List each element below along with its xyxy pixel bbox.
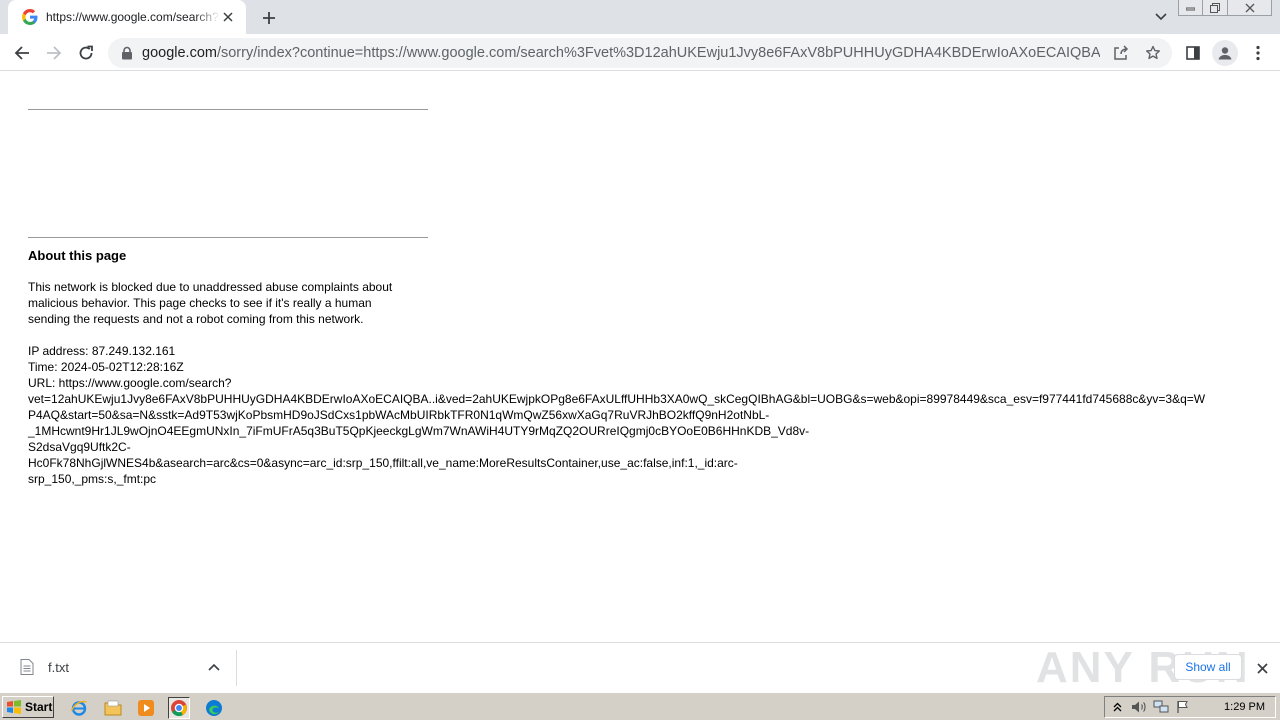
- windows-taskbar: Start 1:29 PM: [0, 692, 1280, 720]
- download-shelf: f.txt ANY RUN Show all: [0, 642, 1280, 692]
- blocked-message-line: malicious behavior. This page checks to …: [28, 296, 372, 310]
- text-file-icon: [20, 659, 34, 675]
- new-tab-plus-icon[interactable]: [258, 7, 280, 29]
- address-url[interactable]: google.com/sorry/index?continue=https://…: [142, 45, 1100, 61]
- shelf-separator: [236, 650, 237, 686]
- chevron-up-icon[interactable]: [206, 659, 222, 675]
- blocked-message-line: sending the requests and not a robot com…: [28, 312, 364, 326]
- network-icon[interactable]: [1151, 697, 1171, 717]
- system-tray: 1:29 PM: [1104, 696, 1276, 718]
- tab-close-icon[interactable]: [220, 9, 236, 25]
- taskbar-clock: 1:29 PM: [1224, 701, 1265, 713]
- url-host: google.com: [142, 45, 217, 61]
- request-url-line: Hc0Fk78NhGjlWNES4b&asearch=arc&cs=0&asyn…: [28, 456, 738, 470]
- minimize-icon[interactable]: [1178, 0, 1203, 16]
- ip-address: IP address: 87.249.132.161: [28, 344, 176, 358]
- tab-search-chevron-icon[interactable]: [1151, 8, 1171, 26]
- kebab-menu-icon[interactable]: [1245, 40, 1271, 66]
- reload-icon[interactable]: [73, 40, 99, 66]
- browser-toolbar: google.com/sorry/index?continue=https://…: [0, 34, 1280, 71]
- close-shelf-icon[interactable]: [1253, 659, 1271, 677]
- request-url-line: S2dsaVgq9Uftk2C-: [28, 440, 131, 454]
- request-url-line: vet=12ahUKEwju1Jvy8e6FAxV8bPUHHUyGDHA4KB…: [28, 392, 1206, 406]
- page-content: About this page This network is blocked …: [0, 72, 1280, 642]
- start-label: Start: [25, 700, 53, 714]
- address-bar[interactable]: google.com/sorry/index?continue=https://…: [108, 38, 1172, 68]
- show-hidden-icons-icon[interactable]: [1107, 697, 1127, 717]
- download-file-name: f.txt: [48, 659, 69, 675]
- profile-avatar-icon[interactable]: [1212, 40, 1238, 66]
- start-button[interactable]: Start: [2, 696, 54, 718]
- request-url-line: P4AQ&start=50&sa=N&sstk=Ad9T53wjKoPbsmHD…: [28, 408, 770, 422]
- request-details: IP address: 87.249.132.161 Time: 2024-05…: [28, 343, 1205, 487]
- share-icon[interactable]: [1110, 42, 1132, 64]
- action-center-flag-icon[interactable]: [1173, 697, 1193, 717]
- url-path: /sorry/index?continue=https://www.google…: [216, 45, 1100, 61]
- lock-icon[interactable]: [120, 46, 134, 60]
- request-time: Time: 2024-05-02T12:28:16Z: [28, 360, 184, 374]
- bookmark-star-icon[interactable]: [1142, 42, 1164, 64]
- about-this-page-heading: About this page: [28, 248, 127, 263]
- divider-top: [28, 109, 428, 110]
- back-arrow-icon[interactable]: [9, 40, 35, 66]
- blocked-message: This network is blocked due to unaddress…: [28, 279, 392, 327]
- chrome-taskbar-icon[interactable]: [168, 697, 190, 719]
- volume-icon[interactable]: [1129, 697, 1149, 717]
- file-explorer-icon[interactable]: [102, 697, 124, 719]
- window-controls: [1178, 0, 1272, 16]
- divider-bottom: [28, 237, 428, 238]
- blocked-message-line: This network is blocked due to unaddress…: [28, 280, 393, 294]
- side-panel-icon[interactable]: [1180, 40, 1206, 66]
- forward-arrow-icon[interactable]: [41, 40, 67, 66]
- tab-strip: https://www.google.com/search?vet=12ahUK…: [0, 0, 1280, 34]
- windows-flag-icon: [7, 700, 21, 714]
- show-all-button[interactable]: Show all: [1174, 654, 1242, 680]
- tab-title: https://www.google.com/search?vet=12ahUK…: [46, 10, 220, 24]
- media-player-icon[interactable]: [135, 697, 157, 719]
- request-url-line: _1MHcwnt9Hr1JL9wOjnO4EEgmUNxIn_7iFmUFrA5…: [28, 424, 810, 438]
- google-favicon-icon: [22, 9, 38, 25]
- request-url-line: srp_150,_pms:s,_fmt:pc: [28, 472, 157, 486]
- internet-explorer-icon[interactable]: [68, 697, 90, 719]
- download-item[interactable]: f.txt: [10, 649, 232, 685]
- browser-tab[interactable]: https://www.google.com/search?vet=12ahUK…: [8, 0, 246, 34]
- edge-icon[interactable]: [203, 697, 225, 719]
- window-close-icon[interactable]: [1228, 0, 1272, 16]
- request-url-label: URL: https://www.google.com/search?: [28, 376, 232, 390]
- restore-icon[interactable]: [1203, 0, 1228, 16]
